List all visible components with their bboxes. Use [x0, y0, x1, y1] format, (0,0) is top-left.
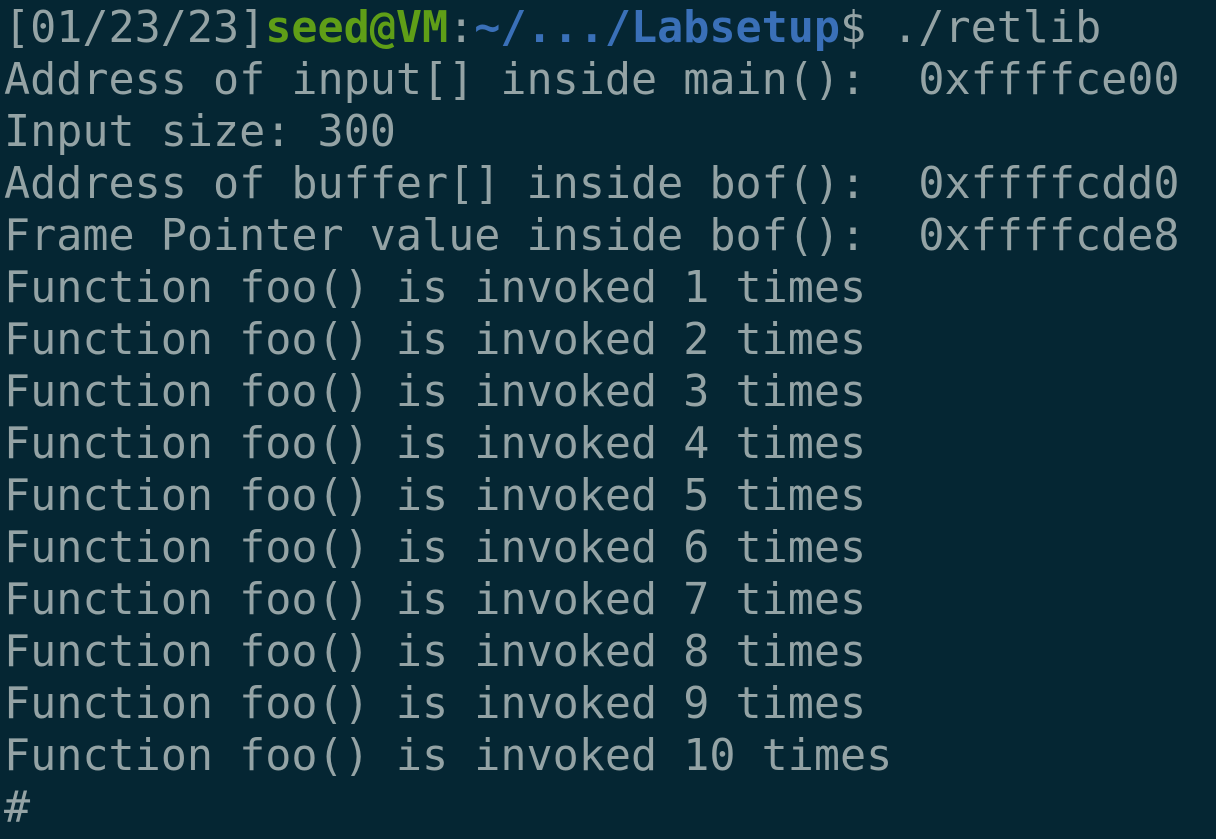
prompt-path: ~/.../Labsetup	[474, 3, 840, 53]
shell-prompt-line: [01/23/23]seed@VM:~/.../Labsetup$ ./retl…	[4, 2, 1216, 54]
output-line: Address of buffer[] inside bof(): 0xffff…	[4, 159, 1180, 209]
prompt-symbol: $	[839, 3, 867, 53]
root-shell-prompt[interactable]: #	[4, 782, 1216, 834]
prompt-separator: :	[448, 3, 475, 53]
output-line: Function foo() is invoked 5 times	[4, 471, 867, 521]
output-line: Function foo() is invoked 4 times	[4, 419, 867, 469]
output-line: Frame Pointer value inside bof(): 0xffff…	[4, 211, 1180, 261]
output-line: Function foo() is invoked 10 times	[4, 731, 893, 781]
output-line: Input size: 300	[4, 107, 396, 157]
output-line: Function foo() is invoked 1 times	[4, 263, 867, 313]
output-line: Address of input[] inside main(): 0xffff…	[4, 55, 1180, 105]
prompt-user-host: seed@VM	[265, 3, 449, 53]
terminal-window[interactable]: [01/23/23]seed@VM:~/.../Labsetup$ ./retl…	[0, 0, 1216, 839]
output-line: Function foo() is invoked 2 times	[4, 315, 867, 365]
output-line: Function foo() is invoked 6 times	[4, 523, 867, 573]
output-line: Function foo() is invoked 8 times	[4, 627, 867, 677]
output-line: Function foo() is invoked 9 times	[4, 679, 867, 729]
command-text: ./retlib	[866, 3, 1102, 53]
output-line: Function foo() is invoked 3 times	[4, 367, 867, 417]
output-line: Function foo() is invoked 7 times	[4, 575, 867, 625]
prompt-timestamp: [01/23/23]	[4, 3, 266, 53]
